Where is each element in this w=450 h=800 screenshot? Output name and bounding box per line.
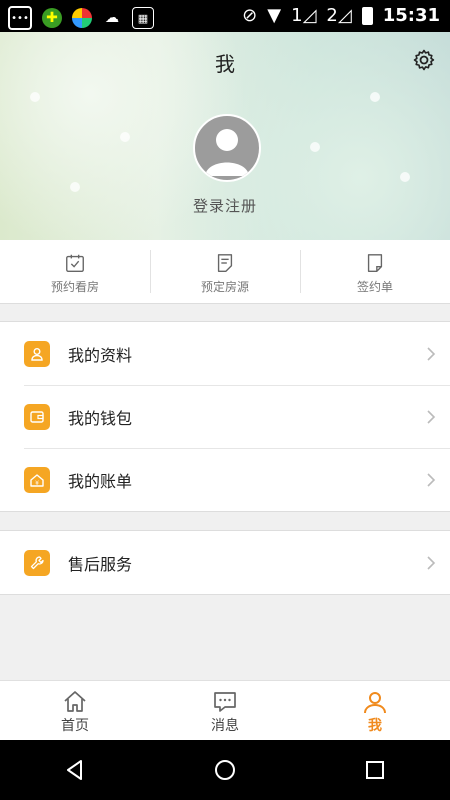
chevron-right-icon — [427, 346, 436, 361]
sim2-signal-icon: 2◿ — [326, 5, 352, 26]
wifi-icon: ▼ — [267, 5, 282, 26]
quick-actions-bar: 预约看房 预定房源 签约单 — [0, 240, 450, 304]
login-register-link[interactable]: 登录注册 — [0, 195, 450, 216]
battery-icon — [361, 6, 373, 25]
menu-item-label: 我的钱包 — [68, 408, 133, 428]
quick-action-label: 签约单 — [356, 280, 393, 294]
quick-action-appointment[interactable]: 预约看房 — [0, 240, 150, 303]
page-title: 我 — [215, 52, 235, 76]
calendar-check-icon — [66, 254, 84, 272]
blossom-decoration — [400, 172, 410, 182]
menu-item-label: 我的账单 — [68, 471, 133, 491]
menu-item-after-sales[interactable]: 售后服务 — [0, 531, 450, 594]
colorful-app-icon — [72, 8, 92, 28]
blossom-decoration — [310, 142, 320, 152]
tab-messages[interactable]: 消息 — [150, 681, 300, 741]
home-icon — [64, 691, 86, 712]
menu-item-my-profile[interactable]: 我的资料 — [0, 322, 450, 385]
plus-app-icon: ✚ — [42, 8, 62, 28]
quick-action-contract[interactable]: 签约单 — [300, 240, 450, 303]
quick-action-label: 预定房源 — [200, 280, 249, 294]
blossom-decoration — [30, 92, 40, 102]
note-icon — [367, 254, 383, 272]
tab-me[interactable]: 我 — [300, 681, 450, 741]
profile-header: 我 登录注册 — [0, 32, 450, 240]
chevron-right-icon — [427, 555, 436, 570]
menu-item-label: 我的资料 — [68, 345, 133, 365]
tab-home[interactable]: 首页 — [0, 681, 150, 741]
back-triangle-icon[interactable] — [63, 758, 87, 782]
menu-item-my-wallet[interactable]: 我的钱包 — [0, 385, 450, 448]
message-notification-icon: ••• — [8, 6, 32, 30]
menu-group-account: 我的资料 我的钱包 ¥ 我的账单 — [0, 321, 450, 512]
status-bar: ••• ✚ ☁ ▦ ⊘ ▼ 1◿ 2◿ 15:31 — [0, 0, 450, 32]
svg-text:¥: ¥ — [35, 480, 39, 487]
home-bill-icon: ¥ — [24, 466, 50, 493]
settings-gear-icon[interactable] — [412, 48, 436, 72]
sim1-signal-icon: 1◿ — [291, 5, 317, 26]
uc-browser-icon: ☁ — [105, 10, 119, 26]
person-icon — [364, 692, 386, 714]
image-icon: ▦ — [132, 7, 154, 29]
no-disturb-icon: ⊘ — [242, 5, 258, 26]
quick-action-reserve[interactable]: 预定房源 — [150, 240, 300, 303]
menu-group-service: 售后服务 — [0, 530, 450, 595]
tab-label: 我 — [368, 718, 382, 734]
tab-label: 消息 — [211, 718, 239, 734]
avatar[interactable] — [193, 114, 261, 182]
message-icon — [214, 692, 236, 712]
default-avatar-icon — [205, 129, 249, 176]
quick-action-label: 预约看房 — [50, 280, 99, 294]
tab-label: 首页 — [61, 718, 89, 734]
blossom-decoration — [70, 182, 80, 192]
recents-square-icon[interactable] — [363, 758, 387, 782]
blossom-decoration — [120, 132, 130, 142]
bottom-navigation: 首页 消息 我 — [0, 680, 450, 741]
chevron-right-icon — [427, 472, 436, 487]
document-edit-icon — [217, 254, 233, 272]
blossom-decoration — [370, 92, 380, 102]
wrench-icon — [24, 549, 50, 576]
wallet-icon — [24, 403, 50, 430]
home-circle-icon[interactable] — [213, 758, 237, 782]
person-icon — [24, 340, 50, 367]
menu-item-my-bill[interactable]: ¥ 我的账单 — [0, 448, 450, 511]
chevron-right-icon — [427, 409, 436, 424]
status-time: 15:31 — [382, 5, 440, 26]
system-navigation-bar — [0, 740, 450, 800]
menu-item-label: 售后服务 — [68, 554, 133, 574]
